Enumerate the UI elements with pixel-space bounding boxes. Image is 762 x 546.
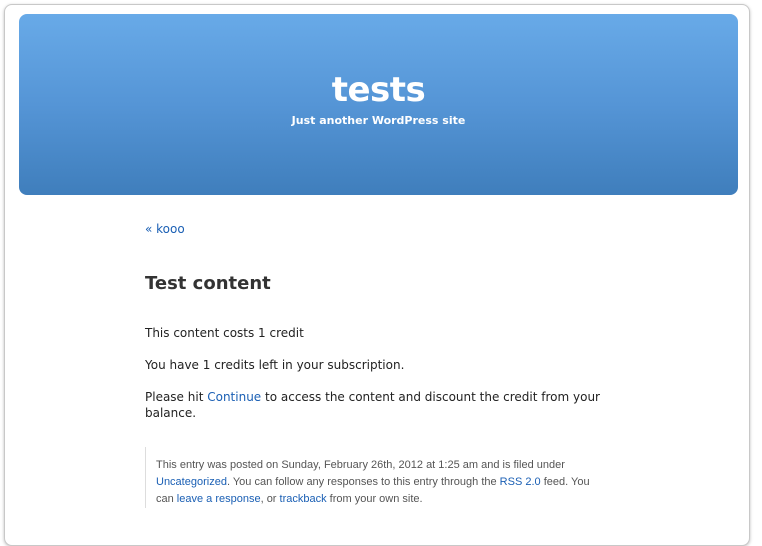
entry-text: Please hit [145, 390, 208, 404]
site-title-link[interactable]: tests [332, 72, 426, 108]
post-title: Test content [145, 273, 271, 294]
leave-response-link[interactable]: leave a response [177, 493, 261, 505]
rss-feed-link[interactable]: RSS 2.0 [500, 476, 541, 488]
post-content: « kooo Test content This content costs 1… [145, 218, 605, 421]
entry-paragraph: You have 1 credits left in your subscrip… [145, 358, 405, 372]
continue-link[interactable]: Continue [207, 390, 261, 404]
postmeta-text: . You can follow any responses to this e… [226, 476, 500, 488]
previous-post-link[interactable]: « kooo [145, 221, 185, 237]
postmeta-text: This entry was posted on Sunday, Februar… [156, 459, 565, 471]
site-header: tests Just another WordPress site [19, 14, 738, 195]
post-entry: This content costs 1 credit You have 1 c… [145, 325, 605, 421]
category-link[interactable]: Uncategorized [156, 476, 227, 488]
trackback-link[interactable]: trackback [280, 493, 327, 505]
entry-paragraph: Please hit Continue to access the conten… [145, 389, 605, 421]
entry-paragraph: This content costs 1 credit [145, 326, 304, 340]
post-metadata: This entry was posted on Sunday, Februar… [145, 447, 606, 508]
postmeta-text: , or [260, 493, 280, 505]
postmeta-text: from your own site. [326, 493, 423, 505]
site-description: Just another WordPress site [291, 114, 466, 127]
